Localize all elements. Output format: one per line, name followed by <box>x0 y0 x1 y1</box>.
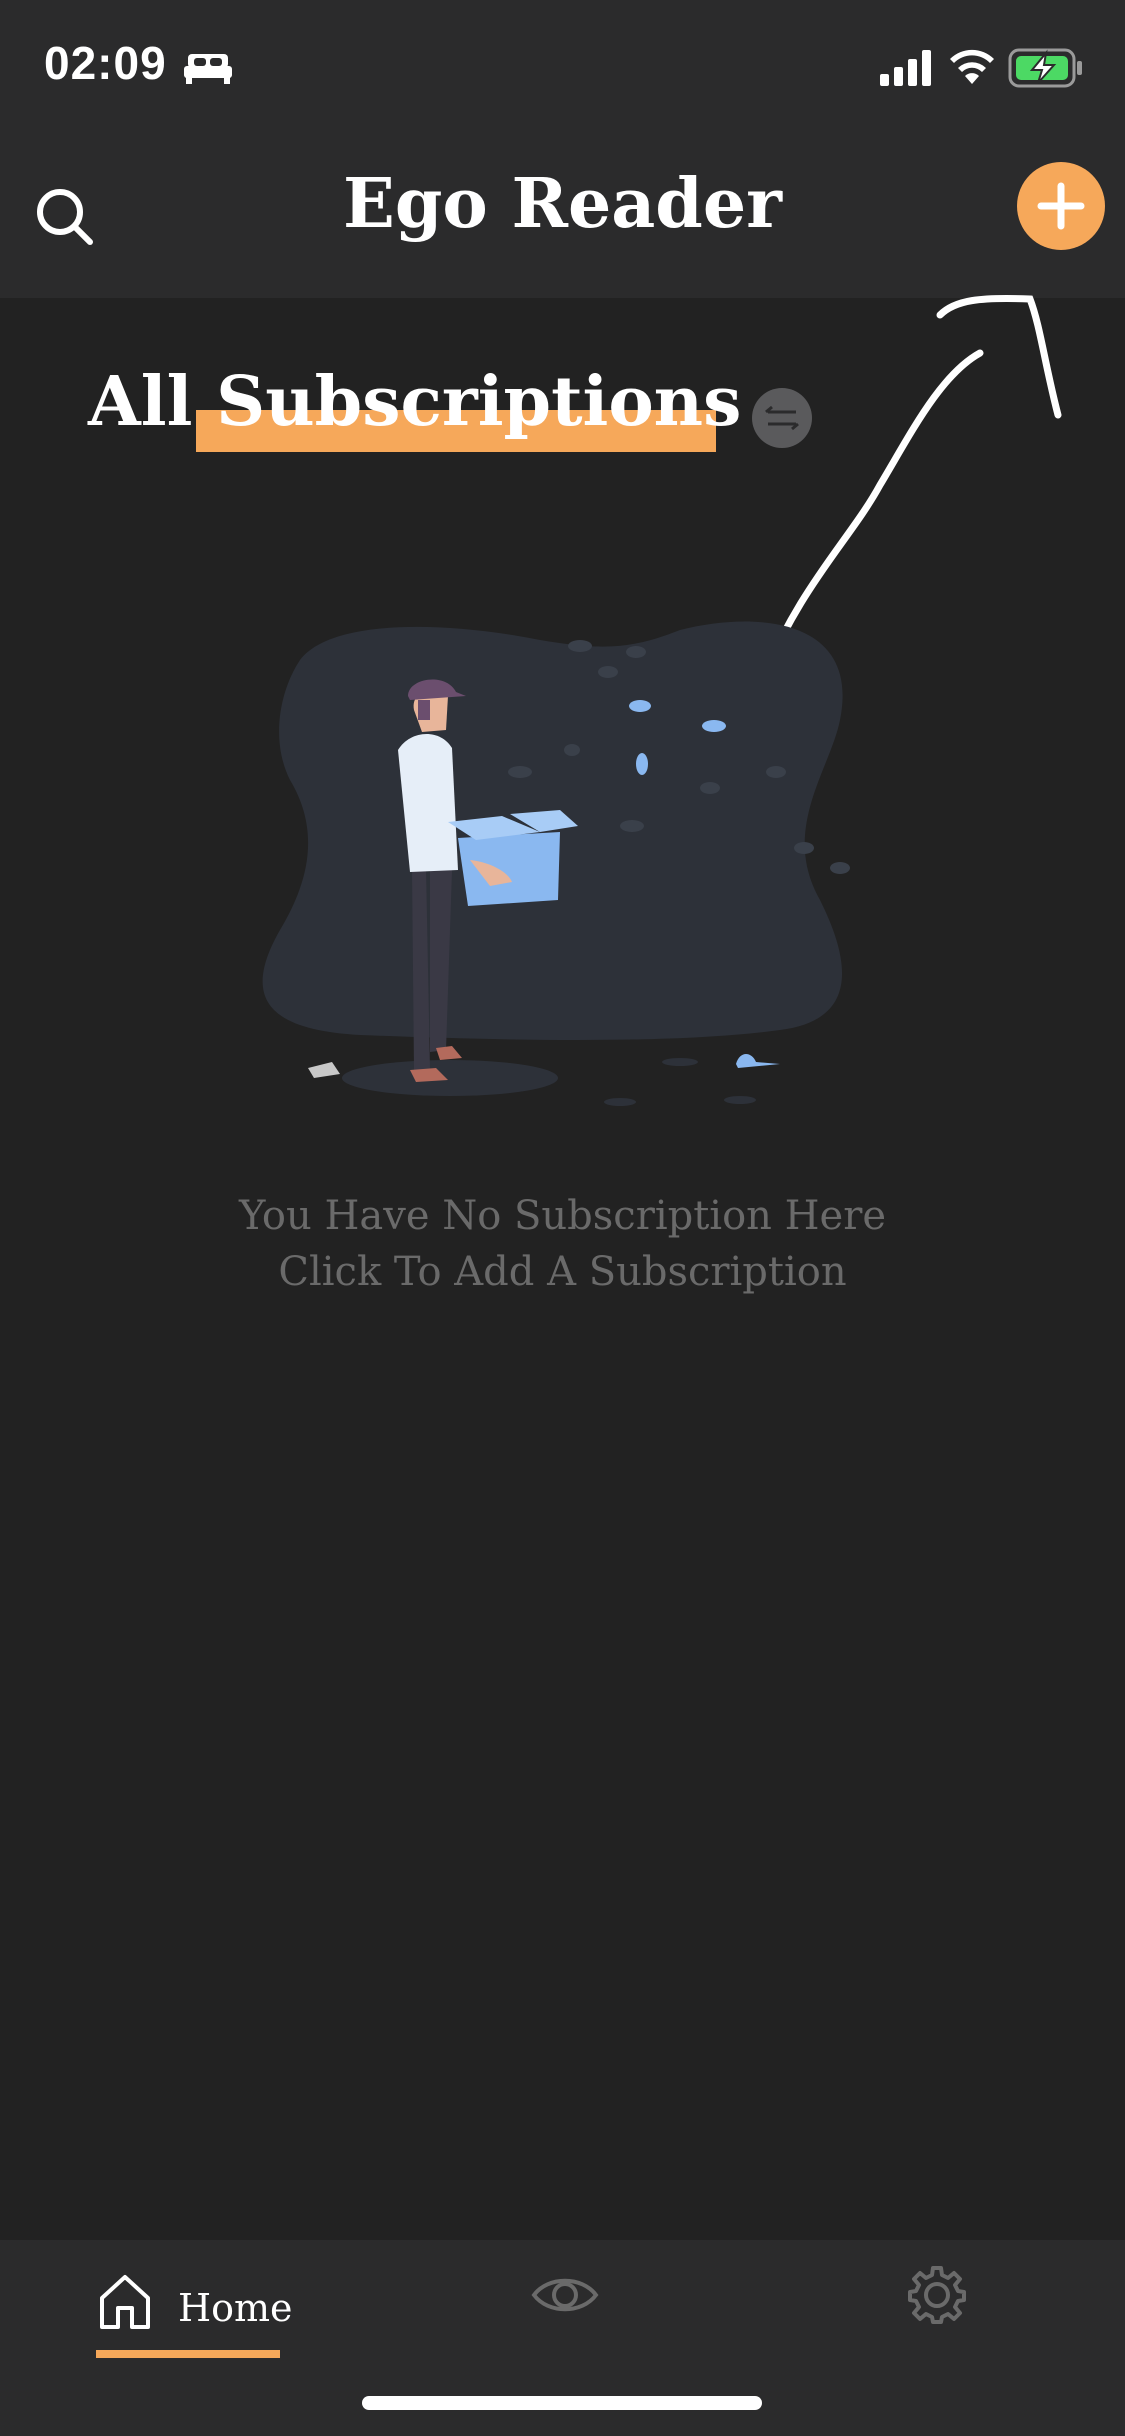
status-time: 02:09 <box>44 37 167 89</box>
plus-icon <box>1037 182 1085 230</box>
app-title: Ego Reader <box>343 164 782 244</box>
empty-box-illustration <box>262 621 850 1106</box>
tab-reader[interactable] <box>530 2270 600 2320</box>
section-title: All Subscriptions <box>88 362 742 462</box>
home-icon <box>100 2275 150 2329</box>
empty-state-line-1: You Have No Subscription Here <box>239 1193 886 1239</box>
section-title-text: All Subscriptions <box>88 362 742 442</box>
wifi-icon <box>950 49 994 84</box>
signal-icon <box>880 50 931 86</box>
tab-home-label: Home <box>178 2286 293 2330</box>
app-header: Ego Reader <box>0 140 1125 298</box>
swap-arrows-icon <box>765 405 799 431</box>
add-subscription-button[interactable] <box>1017 162 1105 250</box>
status-bar: 02:09 <box>0 0 1125 140</box>
tab-home[interactable]: Home <box>90 2268 293 2358</box>
sort-toggle-button[interactable] <box>752 388 812 448</box>
active-tab-indicator <box>96 2350 280 2358</box>
tab-settings[interactable] <box>904 2262 970 2328</box>
eye-icon <box>531 2278 599 2312</box>
home-indicator[interactable] <box>362 2396 762 2410</box>
empty-state-line-2: Click To Add A Subscription <box>278 1249 847 1295</box>
gear-icon <box>908 2266 966 2324</box>
battery-charging-icon <box>1008 48 1082 88</box>
bed-icon <box>184 54 232 84</box>
empty-state-message[interactable]: You Have No Subscription Here Click To A… <box>0 1188 1125 1300</box>
